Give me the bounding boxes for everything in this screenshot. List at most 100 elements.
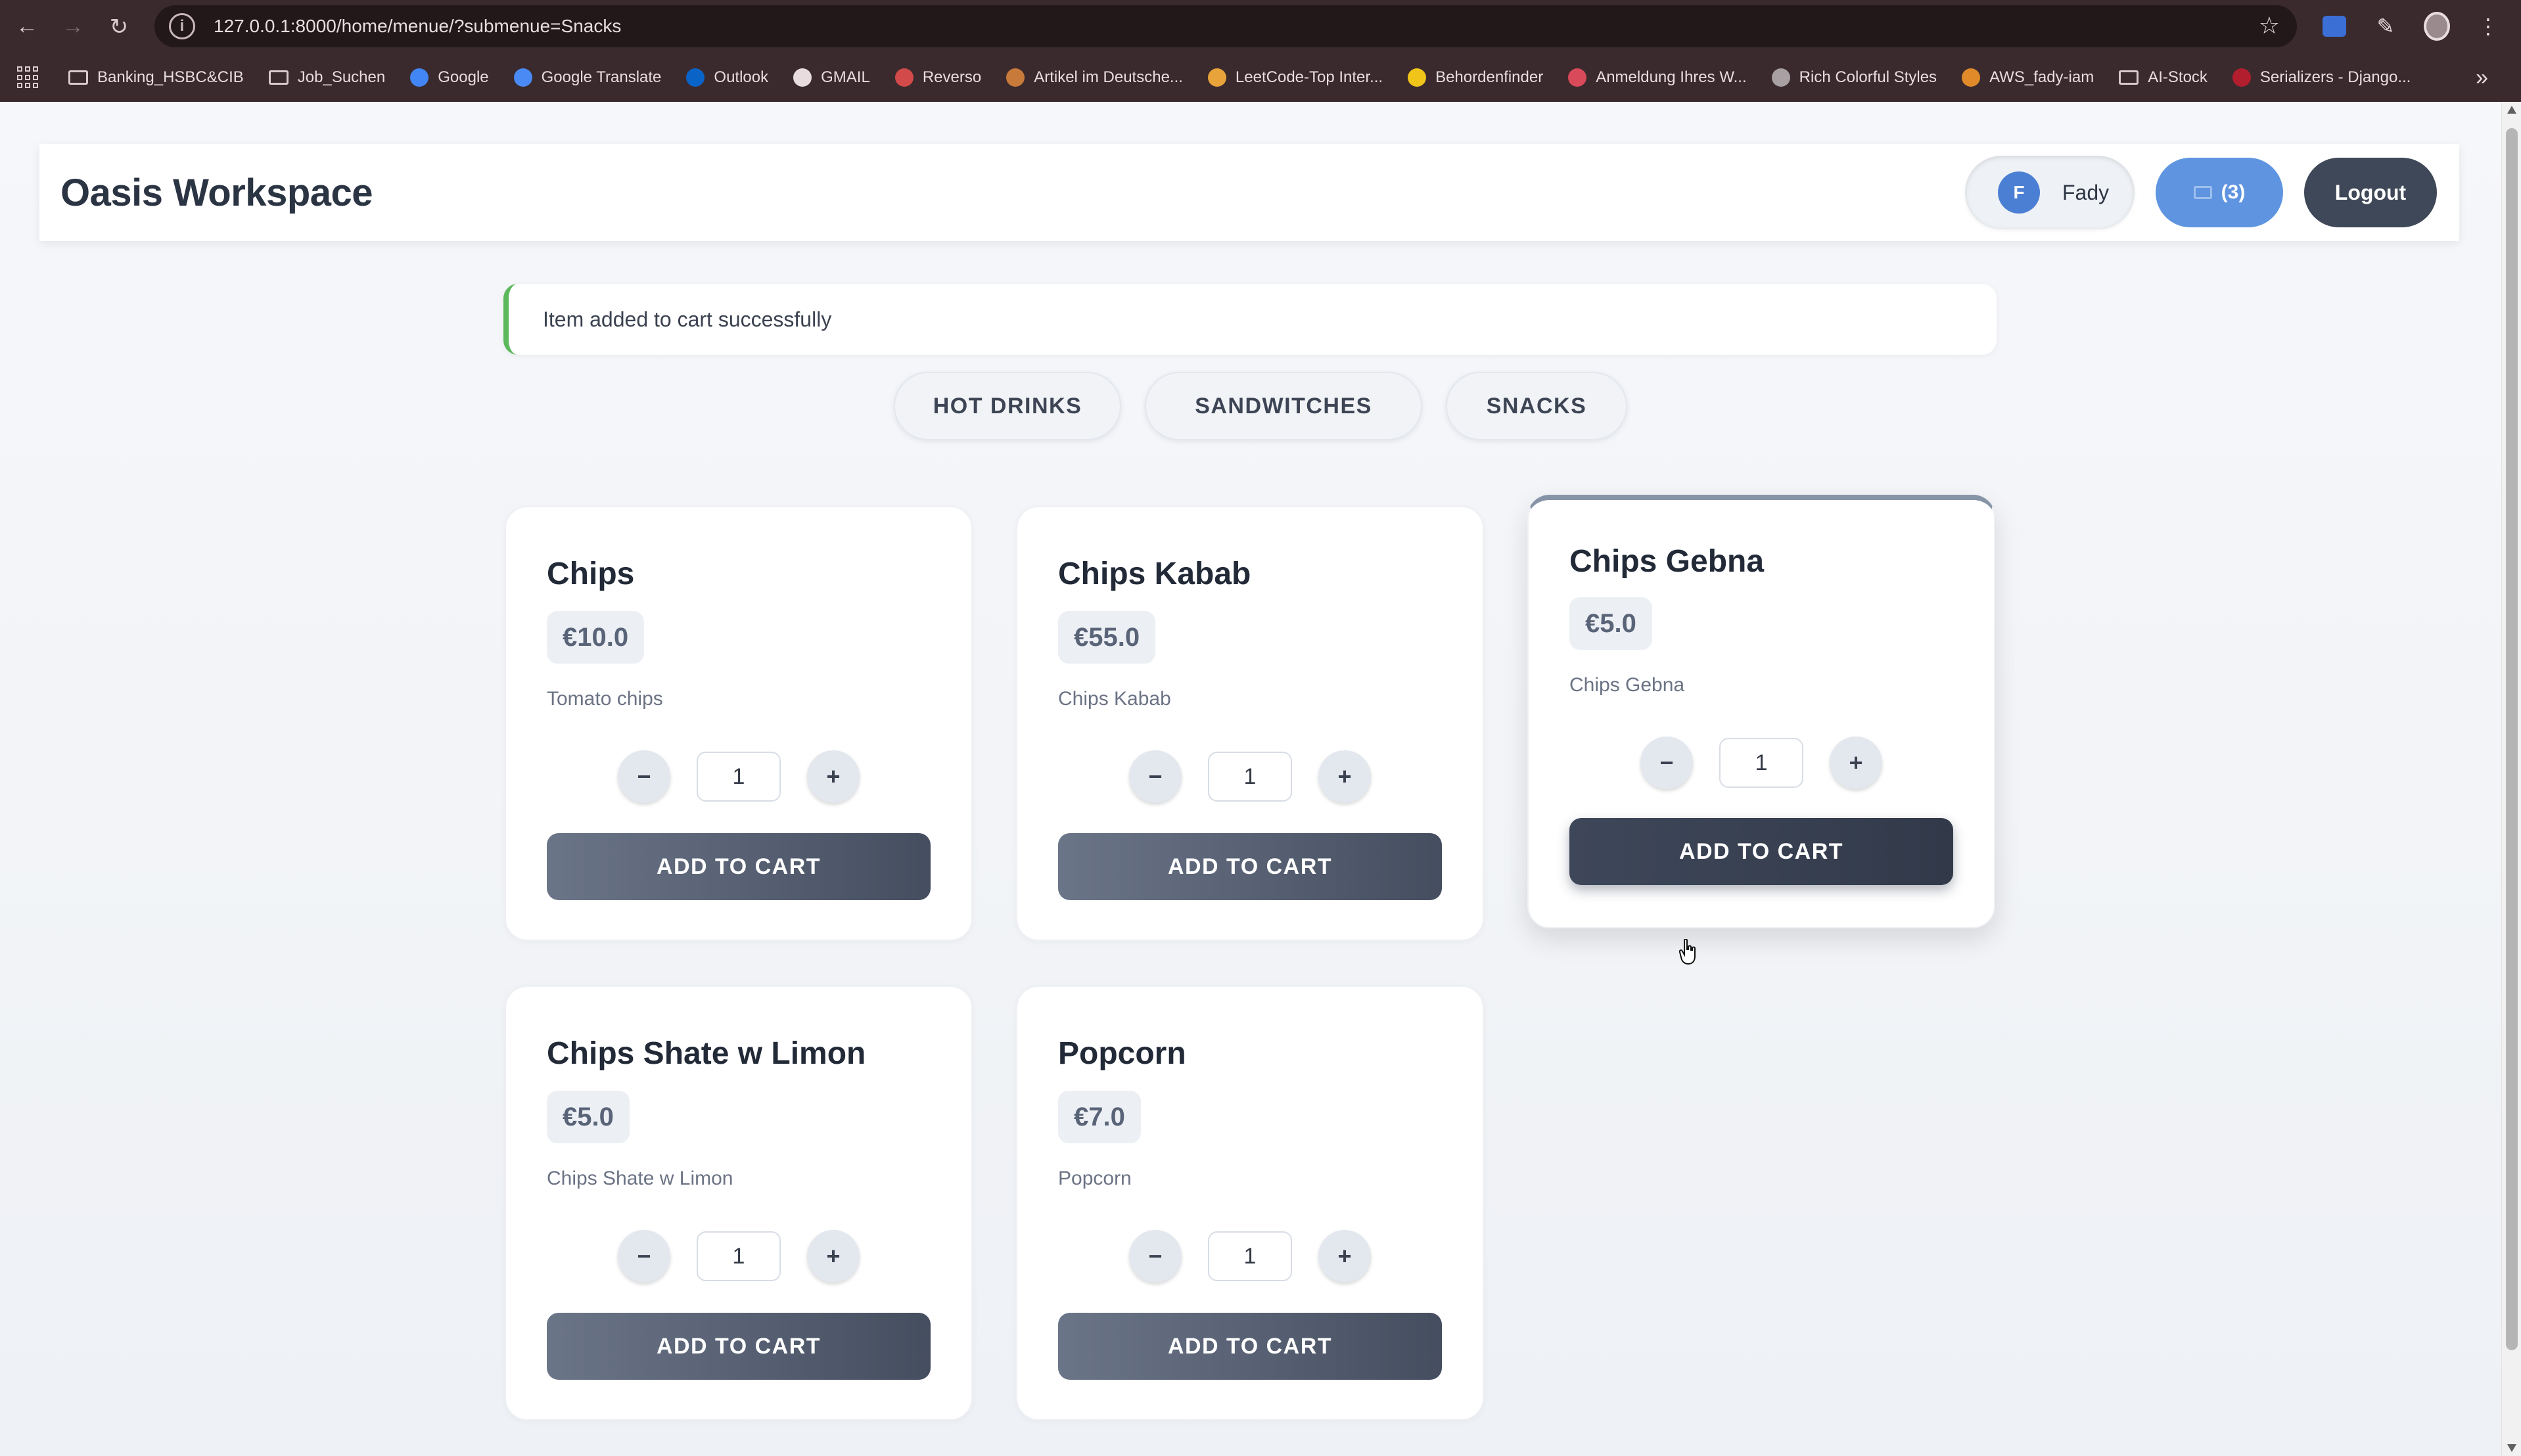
- product-price: €5.0: [1569, 597, 1652, 650]
- bookmark-label: Banking_HSBC&CIB: [97, 68, 244, 86]
- quantity-input[interactable]: [1208, 1231, 1292, 1281]
- bookmark-item[interactable]: Rich Colorful Styles: [1771, 68, 1937, 87]
- quantity-input[interactable]: [1719, 738, 1803, 788]
- bookmark-item[interactable]: AI-Stock: [2119, 68, 2208, 87]
- product-name: Chips Gebna: [1569, 544, 1765, 579]
- brand-title: Oasis Workspace: [60, 171, 373, 214]
- product-card: Chips Shate w Limon €5.0 Chips Shate w L…: [505, 986, 973, 1421]
- bookmark-item[interactable]: Outlook: [686, 68, 768, 87]
- reload-icon[interactable]: ↻: [96, 4, 142, 50]
- product-card: Popcorn €7.0 Popcorn − + ADD TO CART: [1016, 986, 1484, 1421]
- bookmark-item[interactable]: AWS_fady-iam: [1962, 68, 2094, 87]
- decrease-quantity-button[interactable]: −: [1129, 1230, 1182, 1283]
- bookmark-item[interactable]: Banking_HSBC&CIB: [68, 68, 244, 87]
- increase-quantity-button[interactable]: +: [1318, 750, 1371, 803]
- bookmark-item[interactable]: Google Translate: [513, 68, 662, 87]
- quantity-input[interactable]: [697, 752, 781, 802]
- product-price: €55.0: [1058, 611, 1156, 664]
- google-icon: [410, 68, 429, 87]
- bookmark-label: LeetCode-Top Inter...: [1235, 68, 1383, 86]
- tab-snacks[interactable]: SNACKS: [1446, 372, 1627, 440]
- product-price: €7.0: [1058, 1091, 1141, 1143]
- app-header: Oasis Workspace F Fady (3) Logout: [39, 144, 2459, 241]
- scroll-down-icon[interactable]: [2507, 1444, 2516, 1452]
- bookmark-label: Artikel im Deutsche...: [1034, 68, 1183, 86]
- page-viewport: Oasis Workspace F Fady (3) Logout Item a…: [0, 102, 2501, 1456]
- increase-quantity-button[interactable]: +: [807, 750, 860, 803]
- bookmark-item[interactable]: Reverso: [894, 68, 981, 87]
- anmeldung-icon: [1568, 68, 1587, 87]
- folder-icon: [2119, 70, 2139, 85]
- category-tabs: HOT DRINKS SANDWITCHES SNACKS: [894, 372, 1627, 440]
- address-bar[interactable]: i 127.0.0.1:8000/home/menue/?submenue=Sn…: [154, 5, 2297, 47]
- decrease-quantity-button[interactable]: −: [1129, 750, 1182, 803]
- folder-icon: [68, 70, 88, 85]
- bookmark-label: Google Translate: [541, 68, 662, 86]
- bookmark-label: GMAIL: [821, 68, 870, 86]
- decrease-quantity-button[interactable]: −: [618, 750, 670, 803]
- bookmark-star-icon[interactable]: ☆: [2259, 12, 2280, 39]
- bookmark-label: Anmeldung Ihres W...: [1596, 68, 1747, 86]
- bookmark-label: Rich Colorful Styles: [1799, 68, 1937, 86]
- tab-hot-drinks[interactable]: HOT DRINKS: [894, 372, 1121, 440]
- bookmarks-overflow-icon[interactable]: »: [2476, 65, 2488, 91]
- product-price: €10.0: [547, 611, 645, 664]
- add-to-cart-button[interactable]: ADD TO CART: [547, 1313, 931, 1380]
- apps-grid-icon[interactable]: [17, 66, 39, 89]
- browser-menu-icon[interactable]: ⋮: [2475, 13, 2501, 39]
- bookmark-label: AI-Stock: [2148, 68, 2208, 86]
- avatar: F: [1998, 171, 2040, 214]
- product-description: Chips Shate w Limon: [547, 1168, 733, 1189]
- decrease-quantity-button[interactable]: −: [618, 1230, 670, 1283]
- logout-button[interactable]: Logout: [2304, 158, 2437, 227]
- bookmark-item[interactable]: Job_Suchen: [268, 68, 386, 87]
- quantity-input[interactable]: [1208, 752, 1292, 802]
- add-to-cart-button[interactable]: ADD TO CART: [1058, 1313, 1442, 1380]
- bookmark-item[interactable]: GMAIL: [793, 68, 870, 87]
- bookmark-item[interactable]: Google: [410, 68, 489, 87]
- product-description: Tomato chips: [547, 688, 663, 710]
- bookmark-label: Google: [438, 68, 489, 86]
- site-info-icon[interactable]: i: [169, 13, 195, 39]
- bookmark-item[interactable]: LeetCode-Top Inter...: [1207, 68, 1383, 87]
- tab-sandwitches[interactable]: SANDWITCHES: [1145, 372, 1422, 440]
- scroll-up-icon[interactable]: [2507, 106, 2516, 114]
- bookmark-label: Behordenfinder: [1435, 68, 1544, 86]
- quantity-input[interactable]: [697, 1231, 781, 1281]
- bookmark-item[interactable]: Serializers - Django...: [2232, 68, 2411, 87]
- bookmark-label: Outlook: [714, 68, 769, 86]
- bookmarks-bar: Banking_HSBC&CIB Job_Suchen Google Google T…: [0, 53, 2521, 102]
- reverso-icon: [894, 68, 914, 87]
- vertical-scrollbar[interactable]: [2501, 102, 2521, 1456]
- increase-quantity-button[interactable]: +: [1318, 1230, 1371, 1283]
- add-to-cart-button[interactable]: ADD TO CART: [547, 833, 931, 900]
- bookmark-item[interactable]: Behordenfinder: [1408, 68, 1543, 87]
- back-icon[interactable]: ←: [4, 4, 50, 50]
- quantity-stepper: − +: [1017, 1230, 1483, 1283]
- url-text[interactable]: 127.0.0.1:8000/home/menue/?submenue=Snac…: [214, 16, 621, 37]
- user-profile-pill[interactable]: F Fady: [1965, 156, 2135, 229]
- increase-quantity-button[interactable]: +: [807, 1230, 860, 1283]
- cart-button[interactable]: (3): [2156, 158, 2283, 227]
- product-description: Popcorn: [1058, 1168, 1132, 1189]
- product-name: Chips: [547, 557, 635, 591]
- aws-icon: [1962, 68, 1981, 87]
- decrease-quantity-button[interactable]: −: [1640, 737, 1693, 789]
- bookmark-item[interactable]: Artikel im Deutsche...: [1006, 68, 1183, 87]
- add-to-cart-button[interactable]: ADD TO CART: [1058, 833, 1442, 900]
- extension-translate-icon[interactable]: [2321, 13, 2348, 39]
- folder-icon: [268, 70, 289, 85]
- bookmark-item[interactable]: Anmeldung Ihres W...: [1568, 68, 1747, 87]
- increase-quantity-button[interactable]: +: [1830, 737, 1882, 789]
- bookmark-label: AWS_fady-iam: [1989, 68, 2094, 86]
- product-description: Chips Gebna: [1569, 674, 1685, 696]
- product-card: Chips Gebna €5.0 Chips Gebna − + ADD TO …: [1527, 495, 1995, 928]
- forward-icon[interactable]: →: [50, 4, 96, 50]
- add-to-cart-button[interactable]: ADD TO CART: [1569, 818, 1953, 885]
- extensions-puzzle-icon[interactable]: ✎: [2372, 13, 2399, 39]
- cart-icon: [2193, 186, 2212, 199]
- profile-icon[interactable]: [2424, 12, 2450, 41]
- scrollbar-thumb[interactable]: [2506, 128, 2518, 1350]
- quantity-stepper: − +: [1529, 737, 1994, 789]
- bookmark-label: Job_Suchen: [297, 68, 386, 86]
